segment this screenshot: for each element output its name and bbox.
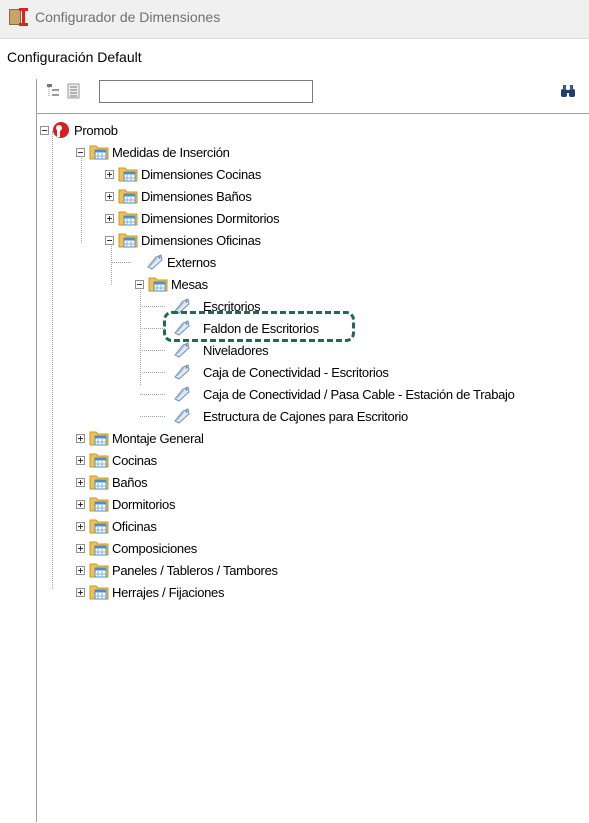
tree-connector <box>111 262 131 263</box>
collapse-all-icon[interactable] <box>66 83 81 99</box>
tree-node-promob[interactable]: Promob <box>40 119 160 141</box>
tree-node-label: Caja de Conectividad / Pasa Cable - Esta… <box>203 387 515 402</box>
tree-node-label: Dormitorios <box>112 497 176 512</box>
tree-connector <box>140 288 141 385</box>
tree-connector <box>140 416 165 417</box>
tag-icon <box>173 297 191 314</box>
tree-node-dimensiones-cocinas[interactable]: Dimensiones Cocinas <box>105 163 325 185</box>
tree-node-label: Mesas <box>171 277 208 292</box>
folder-icon <box>89 473 109 490</box>
folder-icon <box>89 429 109 446</box>
tree-node-externos[interactable]: Externos <box>131 251 281 273</box>
tag-icon <box>173 319 191 336</box>
tree-node-label: Medidas de Inserción <box>112 145 230 160</box>
expand-toggle[interactable] <box>105 170 114 179</box>
folder-icon <box>89 583 109 600</box>
folder-icon <box>118 187 138 204</box>
folder-icon <box>118 209 138 226</box>
tree-node-label: Niveladores <box>203 343 269 358</box>
tree-node-estructura-cajones[interactable]: Estructura de Cajones para Escritorio <box>165 405 465 427</box>
tree-node-dimensiones-oficinas[interactable]: Dimensiones Oficinas <box>105 229 345 251</box>
tree-node-label: Montaje General <box>112 431 204 446</box>
tree-connector <box>81 156 82 243</box>
configuration-label: Configuración Default <box>7 49 142 65</box>
tree-node-label: Oficinas <box>112 519 157 534</box>
collapse-toggle[interactable] <box>105 236 114 245</box>
tag-icon <box>173 341 191 358</box>
tag-icon <box>173 407 191 424</box>
folder-icon <box>89 539 109 556</box>
tree-node-label: Caja de Conectividad - Escritorios <box>203 365 389 380</box>
tree-node-mesas[interactable]: Mesas <box>135 273 285 295</box>
folder-icon <box>118 231 138 248</box>
tree-connector <box>140 328 165 329</box>
tree-connector <box>140 394 165 395</box>
expand-toggle[interactable] <box>76 544 85 553</box>
expand-toggle[interactable] <box>76 456 85 465</box>
expand-toggle[interactable] <box>105 192 114 201</box>
tree-node-label: Herrajes / Fijaciones <box>112 585 225 600</box>
search-input[interactable] <box>99 80 313 103</box>
expand-all-icon[interactable] <box>46 83 61 99</box>
tree-node-escritorios[interactable]: Escritorios <box>165 295 325 317</box>
expand-toggle[interactable] <box>105 214 114 223</box>
folder-icon <box>89 143 109 160</box>
collapse-toggle[interactable] <box>135 280 144 289</box>
tree-node-medidas-insercion[interactable]: Medidas de Inserción <box>76 141 296 163</box>
expand-toggle[interactable] <box>76 500 85 509</box>
tree-connector <box>140 306 165 307</box>
tree-node-herrajes[interactable]: Herrajes / Fijaciones <box>76 581 296 603</box>
expand-toggle[interactable] <box>76 478 85 487</box>
tree-node-paneles[interactable]: Paneles / Tableros / Tambores <box>76 559 336 581</box>
tree-node-label: Dimensiones Cocinas <box>141 167 262 182</box>
tree-node-label: Dimensiones Baños <box>141 189 252 204</box>
folder-icon <box>118 165 138 182</box>
tree-node-label: Externos <box>167 255 216 270</box>
tree-node-label: Escritorios <box>203 299 261 314</box>
tree-node-caja-conectividad[interactable]: Caja de Conectividad - Escritorios <box>165 361 425 383</box>
window-title: Configurador de Dimensiones <box>35 9 221 25</box>
expand-toggle[interactable] <box>76 522 85 531</box>
tree-node-label: Cocinas <box>112 453 157 468</box>
folder-icon <box>89 517 109 534</box>
expand-toggle[interactable] <box>76 588 85 597</box>
folder-icon <box>89 561 109 578</box>
promob-logo-icon <box>53 122 69 138</box>
binoculars-icon[interactable] <box>560 84 576 98</box>
tag-icon <box>173 363 191 380</box>
tree-node-label: Estructura de Cajones para Escritorio <box>203 409 408 424</box>
tree-node-banos[interactable]: Baños <box>76 471 276 493</box>
tree-node-montaje-general[interactable]: Montaje General <box>76 427 276 449</box>
folder-icon <box>148 275 168 292</box>
tree-connector <box>140 350 165 351</box>
tree-node-label: Baños <box>112 475 148 490</box>
tree-node-label: Paneles / Tableros / Tambores <box>112 563 278 578</box>
tree-node-label: Faldon de Escritorios <box>203 321 319 336</box>
tree-node-faldon-escritorios[interactable]: Faldon de Escritorios <box>165 317 355 339</box>
tag-icon <box>173 385 191 402</box>
tag-icon <box>146 253 164 270</box>
tree-node-label: Dimensiones Oficinas <box>141 233 261 248</box>
tree-node-label: Promob <box>74 123 118 138</box>
tree-node-niveladores[interactable]: Niveladores <box>165 339 325 361</box>
tree-node-cocinas[interactable]: Cocinas <box>76 449 276 471</box>
tree-node-label: Composiciones <box>112 541 197 556</box>
tree-node-dimensiones-dormitorios[interactable]: Dimensiones Dormitorios <box>105 207 345 229</box>
expand-toggle[interactable] <box>76 434 85 443</box>
tree-node-label: Dimensiones Dormitorios <box>141 211 280 226</box>
tree-node-composiciones[interactable]: Composiciones <box>76 537 276 559</box>
title-bar: Configurador de Dimensiones <box>0 0 589 39</box>
tree-connector <box>140 372 165 373</box>
folder-icon <box>89 451 109 468</box>
tree-node-oficinas[interactable]: Oficinas <box>76 515 276 537</box>
expand-toggle[interactable] <box>76 566 85 575</box>
tree-node-caja-pasa-cable[interactable]: Caja de Conectividad / Pasa Cable - Esta… <box>165 383 585 405</box>
dimension-icon <box>19 8 28 26</box>
collapse-toggle[interactable] <box>40 126 49 135</box>
folder-icon <box>89 495 109 512</box>
collapse-toggle[interactable] <box>76 148 85 157</box>
tree-node-dimensiones-banos[interactable]: Dimensiones Baños <box>105 185 325 207</box>
tree-connector <box>52 131 53 589</box>
tree-node-dormitorios[interactable]: Dormitorios <box>76 493 276 515</box>
